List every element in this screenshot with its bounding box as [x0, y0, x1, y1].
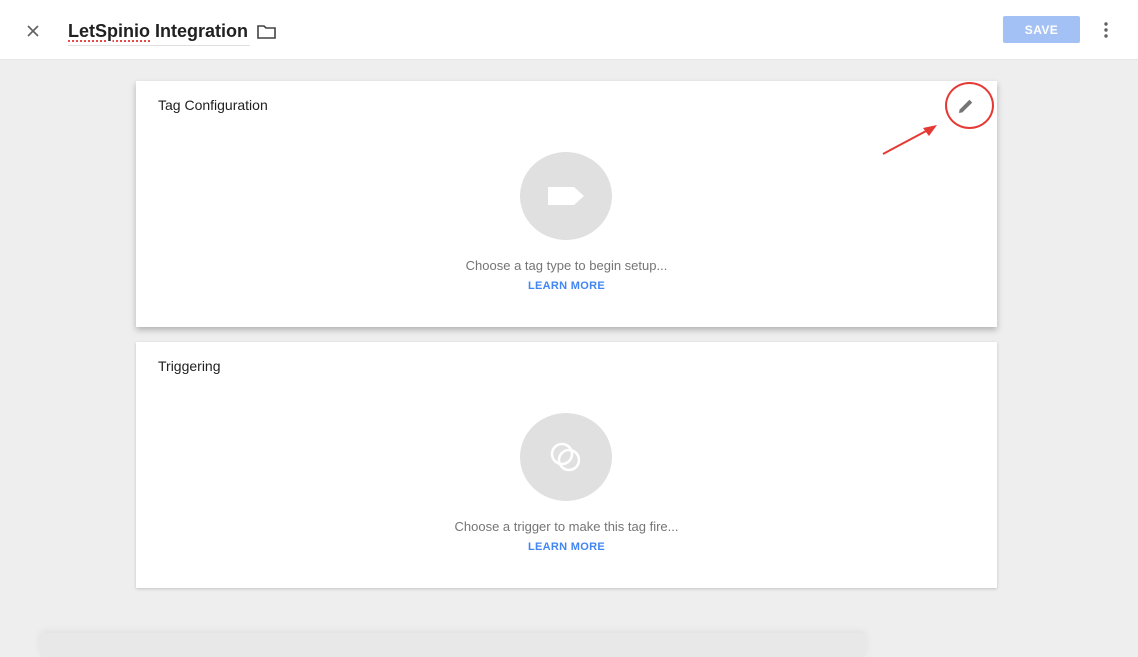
trigger-icon	[550, 442, 581, 472]
more-vert-icon[interactable]	[1096, 18, 1116, 42]
tag-configuration-title: Tag Configuration	[158, 97, 268, 113]
annotation-arrow	[882, 125, 937, 155]
trigger-hint: Choose a trigger to make this tag fire..…	[454, 519, 679, 534]
tag-name-field[interactable]: LetSpinio Integration	[68, 18, 250, 46]
tag-icon	[548, 187, 584, 205]
tag-configuration-card[interactable]: Tag Configuration Choose a tag type to b…	[136, 81, 997, 327]
triggering-card[interactable]: Triggering Choose a trigger to make this…	[136, 342, 997, 588]
page-title: LetSpinio Integration	[68, 21, 248, 41]
trigger-placeholder[interactable]	[520, 413, 612, 501]
close-icon[interactable]	[20, 18, 46, 44]
save-button[interactable]: SAVE	[1003, 16, 1080, 43]
folder-icon[interactable]	[256, 22, 278, 42]
learn-more-link[interactable]: LEARN MORE	[136, 280, 997, 292]
tag-type-hint: Choose a tag type to begin setup...	[465, 258, 668, 273]
top-bar: LetSpinio Integration SAVE	[0, 0, 1138, 60]
annotation-circle	[945, 82, 994, 129]
triggering-title: Triggering	[158, 358, 221, 374]
learn-more-link[interactable]: LEARN MORE	[136, 541, 997, 553]
footer-panel-edge	[40, 633, 866, 657]
tag-type-placeholder[interactable]	[520, 152, 612, 240]
